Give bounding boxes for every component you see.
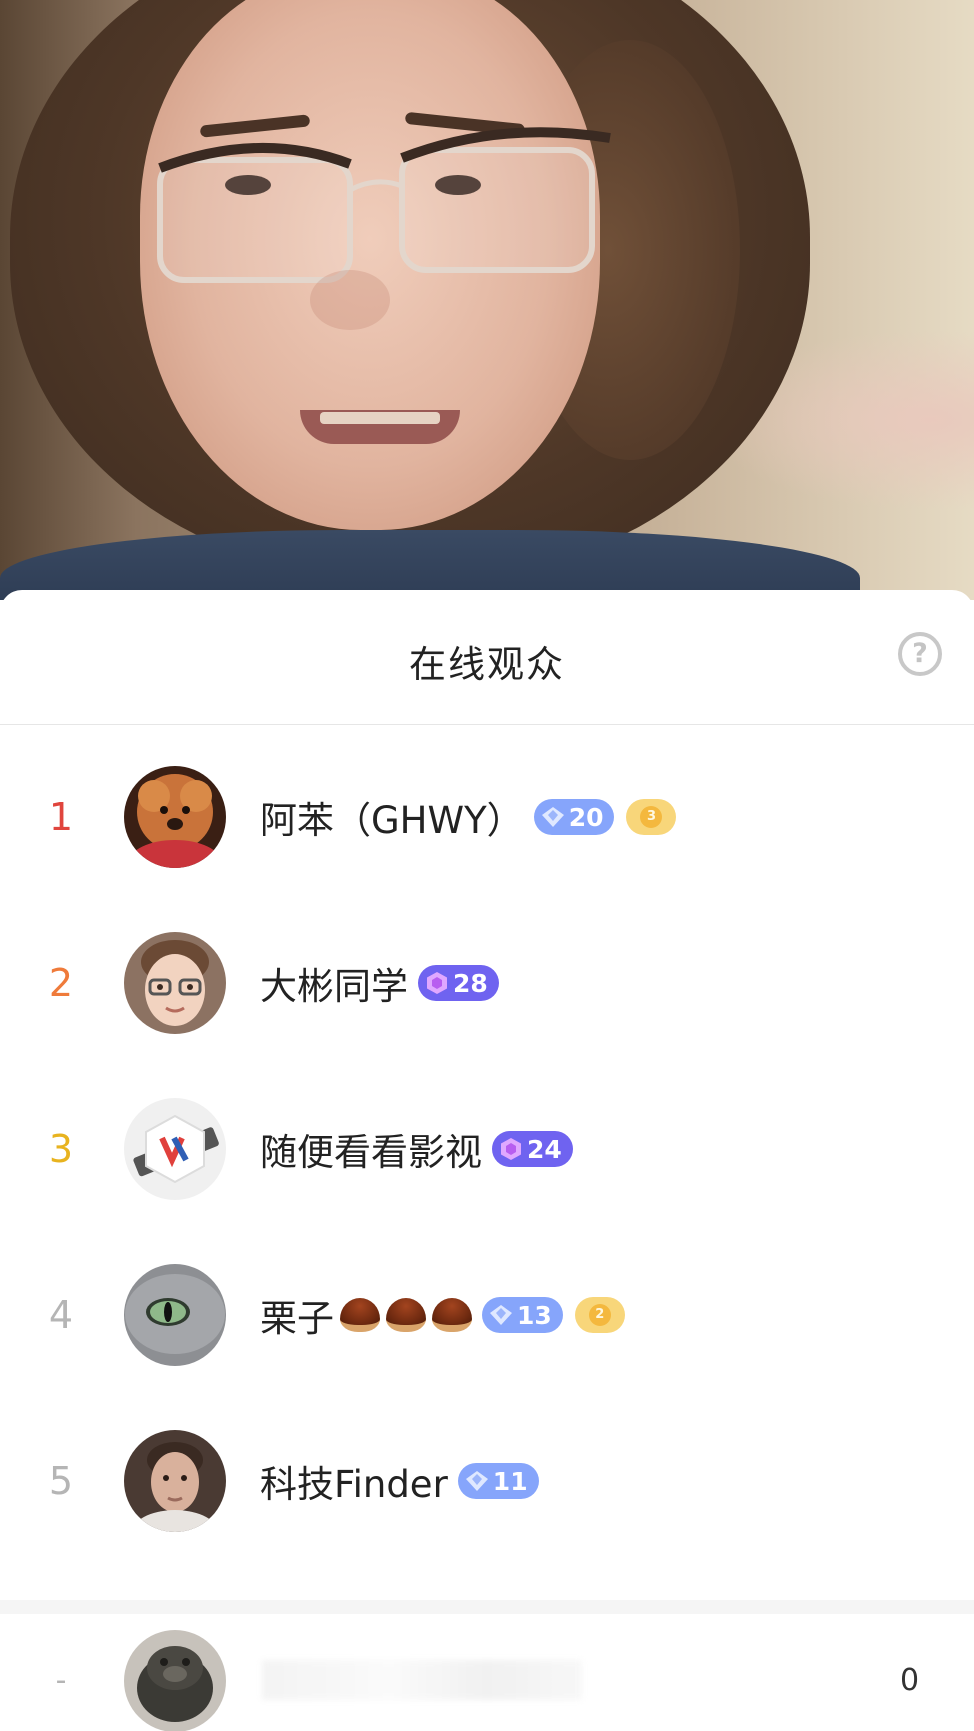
glasses <box>157 127 611 283</box>
gem-icon <box>490 1305 512 1325</box>
name-line: 阿苯（GHWY） 20 3 <box>260 762 677 872</box>
self-row[interactable]: - 0 <box>0 1626 974 1731</box>
rank-number: 1 <box>48 795 74 839</box>
hexagon-gem-icon <box>427 972 447 994</box>
nose <box>310 270 390 330</box>
rank-number: 5 <box>48 1459 74 1503</box>
coin-level: 3 <box>640 806 663 828</box>
man-portrait-avatar[interactable] <box>124 1430 226 1532</box>
online-audience-panel: 在线观众 ? 1 阿苯（GHWY） 20 3 2 大彬同学 28 3 随便看看影… <box>0 590 974 1731</box>
name-line: 栗子 13 2 <box>260 1260 625 1370</box>
cat-eye-avatar[interactable] <box>124 1264 226 1366</box>
username: 阿苯（GHWY） <box>260 799 524 842</box>
coin-level: 2 <box>588 1304 611 1326</box>
gem-icon <box>465 1471 488 1491</box>
level-number: 20 <box>568 802 604 832</box>
audience-row[interactable]: 1 阿苯（GHWY） 20 3 <box>0 762 974 872</box>
level-badge: 28 <box>418 965 499 1001</box>
live-video-frame <box>0 0 974 600</box>
level-number: 24 <box>527 1134 562 1164</box>
name-line: 大彬同学 28 <box>260 928 499 1038</box>
teeth <box>320 412 440 424</box>
memoji-avatar[interactable] <box>124 932 226 1034</box>
audience-row[interactable]: 2 大彬同学 28 <box>0 928 974 1038</box>
rank-number: 2 <box>48 961 74 1005</box>
level-badge: 13 <box>482 1297 563 1333</box>
level-badge: 24 <box>492 1131 573 1167</box>
self-rank: - <box>55 1663 67 1698</box>
level-badge: 11 <box>457 1463 539 1499</box>
audience-row[interactable]: 3 随便看看影视 24 <box>0 1094 974 1204</box>
level-number: 11 <box>492 1466 528 1496</box>
level-badge: 20 <box>533 799 615 835</box>
username: 大彬同学 <box>260 965 408 1008</box>
coin-badge: 2 <box>574 1297 625 1333</box>
rank-number: 3 <box>48 1127 74 1171</box>
film-logo-avatar[interactable] <box>124 1098 226 1200</box>
audience-row[interactable]: 5 科技Finder 11 <box>0 1426 974 1536</box>
level-number: 13 <box>517 1300 552 1330</box>
panel-title: 在线观众 <box>409 643 565 686</box>
self-username-blurred <box>262 1660 582 1700</box>
dog-avatar[interactable] <box>124 766 226 868</box>
audience-row[interactable]: 4 栗子 13 2 <box>0 1260 974 1370</box>
self-row-divider <box>0 1600 974 1614</box>
username: 随便看看影视 <box>260 1131 482 1174</box>
level-number: 28 <box>453 968 488 998</box>
chestnut-icon <box>432 1298 472 1332</box>
username: 科技Finder <box>260 1463 448 1506</box>
self-score: 0 <box>900 1663 920 1698</box>
hexagon-gem-icon <box>501 1138 521 1160</box>
gem-icon <box>541 807 564 827</box>
chestnut-icon <box>386 1298 426 1332</box>
help-icon[interactable]: ? <box>898 632 942 676</box>
name-line: 科技Finder 11 <box>260 1426 539 1536</box>
coin-badge: 3 <box>626 799 677 835</box>
bronze-pig-avatar[interactable] <box>124 1630 226 1731</box>
panel-header: 在线观众 ? <box>0 590 974 725</box>
name-line: 随便看看影视 24 <box>260 1094 573 1204</box>
rank-number: 4 <box>48 1293 74 1337</box>
chestnut-icon <box>340 1298 380 1332</box>
username: 栗子 <box>260 1297 334 1340</box>
